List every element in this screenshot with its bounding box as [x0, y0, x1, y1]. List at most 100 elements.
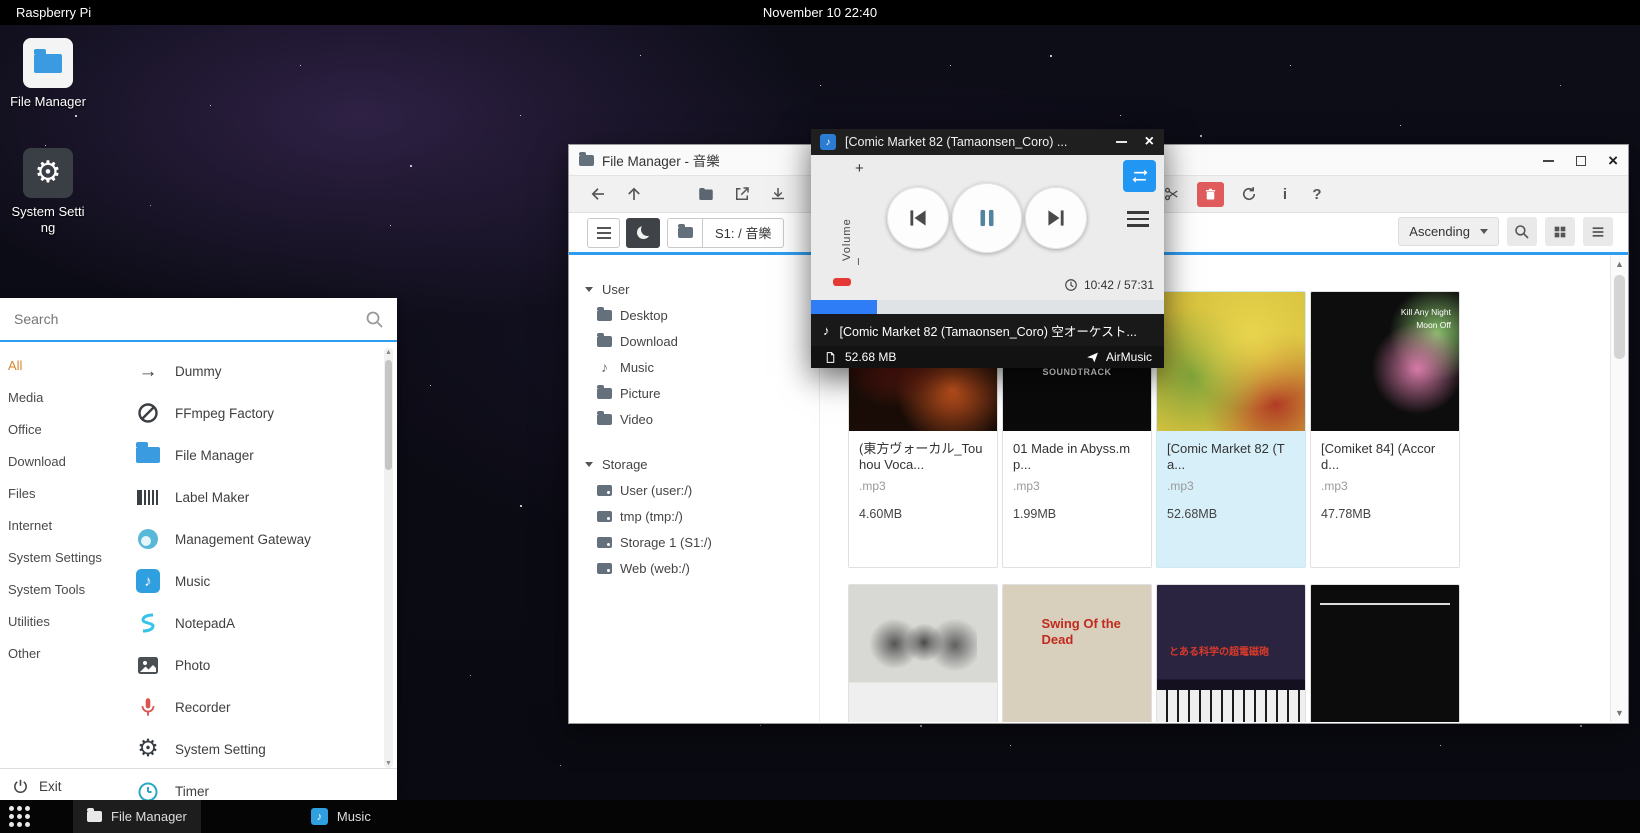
category-office[interactable]: Office	[0, 414, 115, 446]
menu-button[interactable]	[587, 218, 620, 248]
file-card-selected[interactable]: [Comic Market 82 (Ta... .mp3 52.68MB	[1156, 291, 1306, 568]
item-label: User (user:/)	[620, 483, 692, 498]
dummy-arrow-icon: →	[135, 358, 161, 384]
delete-button[interactable]	[1197, 182, 1224, 207]
sidebar-item-desktop[interactable]: Desktop	[569, 302, 819, 328]
close-button[interactable]: ×	[1145, 134, 1154, 150]
search-input[interactable]	[0, 311, 397, 327]
sort-value: Ascending	[1409, 224, 1470, 239]
scroll-down-icon[interactable]: ▼	[384, 760, 393, 767]
sidebar-item-download[interactable]: Download	[569, 328, 819, 354]
volume-slider-handle[interactable]	[833, 278, 851, 286]
app-item-notepada[interactable]: NotepadA	[115, 602, 383, 644]
next-track-button[interactable]	[1025, 187, 1087, 249]
sidebar-item-storage1-drive[interactable]: Storage 1 (S1:/)	[569, 529, 819, 555]
drive-icon	[597, 563, 612, 574]
scroll-down-icon[interactable]: ▼	[1611, 708, 1628, 718]
tree-section-user[interactable]: User	[569, 276, 819, 302]
menu-divider	[0, 768, 397, 769]
app-item-music[interactable]: ♪ Music	[115, 560, 383, 602]
file-card[interactable]: Kill Any Night Moon Off [Comiket 84] (Ac…	[1310, 291, 1460, 568]
search-button[interactable]	[1507, 217, 1537, 246]
album-art	[849, 585, 997, 722]
open-external-button[interactable]	[727, 180, 757, 208]
sidebar-item-picture[interactable]: Picture	[569, 380, 819, 406]
sidebar-item-user-drive[interactable]: User (user:/)	[569, 477, 819, 503]
app-label: Management Gateway	[175, 532, 311, 547]
refresh-button[interactable]	[1234, 180, 1264, 208]
exit-button[interactable]: Exit	[12, 772, 62, 800]
timer-icon	[135, 778, 161, 800]
theme-toggle-button[interactable]	[626, 218, 660, 248]
now-playing-bar: ♪ [Comic Market 82 (Tamaonsen_Coro) 空オーケ…	[811, 314, 1164, 346]
app-list-scrollbar[interactable]: ▲ ▼	[384, 348, 393, 768]
category-internet[interactable]: Internet	[0, 510, 115, 542]
grid-view-button[interactable]	[1545, 217, 1575, 246]
app-item-label-maker[interactable]: Label Maker	[115, 476, 383, 518]
file-grid-scrollbar[interactable]: ▲ ▼	[1610, 255, 1628, 722]
taskbar-item-music[interactable]: ♪ Music	[297, 800, 385, 833]
up-button[interactable]	[619, 180, 649, 208]
repeat-button[interactable]	[1123, 160, 1156, 192]
sidebar-item-video[interactable]: Video	[569, 406, 819, 432]
back-button[interactable]	[583, 180, 613, 208]
desktop-icon-file-manager[interactable]: File Manager	[4, 38, 92, 110]
scroll-up-icon[interactable]: ▲	[1611, 259, 1628, 269]
category-other[interactable]: Other	[0, 638, 115, 670]
scrollbar-thumb[interactable]	[1614, 275, 1625, 359]
breadcrumb-path[interactable]: S1: / 音樂	[703, 218, 784, 248]
app-item-system-setting[interactable]: ⚙ System Setting	[115, 728, 383, 770]
previous-track-button[interactable]	[887, 187, 949, 249]
category-all[interactable]: All	[0, 350, 115, 382]
album-art-text: Kill Any Night Moon Off	[1381, 306, 1451, 332]
app-item-dummy[interactable]: → Dummy	[115, 350, 383, 392]
app-item-photo[interactable]: Photo	[115, 644, 383, 686]
category-system-tools[interactable]: System Tools	[0, 574, 115, 606]
download-button[interactable]	[763, 180, 793, 208]
file-card[interactable]: とある科学の超電磁砲	[1156, 584, 1306, 722]
sort-dropdown[interactable]: Ascending	[1398, 217, 1499, 246]
player-menu-button[interactable]	[1127, 211, 1149, 227]
category-download[interactable]: Download	[0, 446, 115, 478]
category-system-settings[interactable]: System Settings	[0, 542, 115, 574]
taskbar-item-label: File Manager	[111, 809, 187, 824]
pause-button[interactable]	[952, 183, 1022, 253]
minimize-button[interactable]	[1543, 160, 1554, 162]
category-media[interactable]: Media	[0, 382, 115, 414]
tree-section-storage[interactable]: Storage	[569, 451, 819, 477]
folder-icon	[87, 811, 102, 822]
open-folder-button[interactable]	[691, 180, 721, 208]
info-button[interactable]: i	[1274, 186, 1296, 203]
category-files[interactable]: Files	[0, 478, 115, 510]
list-view-button[interactable]	[1583, 217, 1613, 246]
file-name: (東方ヴォーカル_Touhou Voca...	[849, 431, 997, 475]
volume-up-button[interactable]: +	[855, 160, 864, 177]
scrollbar-thumb[interactable]	[385, 360, 392, 470]
sidebar-item-tmp-drive[interactable]: tmp (tmp:/)	[569, 503, 819, 529]
close-button[interactable]: ×	[1608, 152, 1618, 169]
sidebar-item-music[interactable]: ♪Music	[569, 354, 819, 380]
file-card[interactable]: Swing Of the Dead	[1002, 584, 1152, 722]
file-card[interactable]	[1310, 584, 1460, 722]
minimize-button[interactable]	[1116, 141, 1127, 143]
app-label: File Manager	[175, 448, 254, 463]
app-launcher-button[interactable]	[9, 806, 30, 827]
breadcrumb-root-button[interactable]	[667, 218, 703, 248]
desktop-icon-system-setting[interactable]: ⚙ System Setting	[4, 148, 92, 237]
file-card[interactable]	[848, 584, 998, 722]
app-item-ffmpeg-factory[interactable]: FFmpeg Factory	[115, 392, 383, 434]
app-item-file-manager[interactable]: File Manager	[115, 434, 383, 476]
seek-bar[interactable]	[811, 300, 1164, 314]
app-item-timer[interactable]: Timer	[115, 770, 383, 800]
taskbar-item-file-manager[interactable]: File Manager	[73, 800, 201, 833]
sidebar-item-web-drive[interactable]: Web (web:/)	[569, 555, 819, 581]
category-utilities[interactable]: Utilities	[0, 606, 115, 638]
top-bar: Raspberry Pi November 10 22:40	[0, 0, 1640, 25]
help-button[interactable]: ?	[1306, 186, 1328, 203]
app-item-recorder[interactable]: Recorder	[115, 686, 383, 728]
scroll-up-icon[interactable]: ▲	[384, 349, 393, 356]
maximize-button[interactable]	[1576, 156, 1586, 166]
folder-icon	[597, 388, 612, 399]
music-player-titlebar[interactable]: ♪ [Comic Market 82 (Tamaonsen_Coro) ... …	[811, 129, 1164, 155]
app-item-management-gateway[interactable]: Management Gateway	[115, 518, 383, 560]
